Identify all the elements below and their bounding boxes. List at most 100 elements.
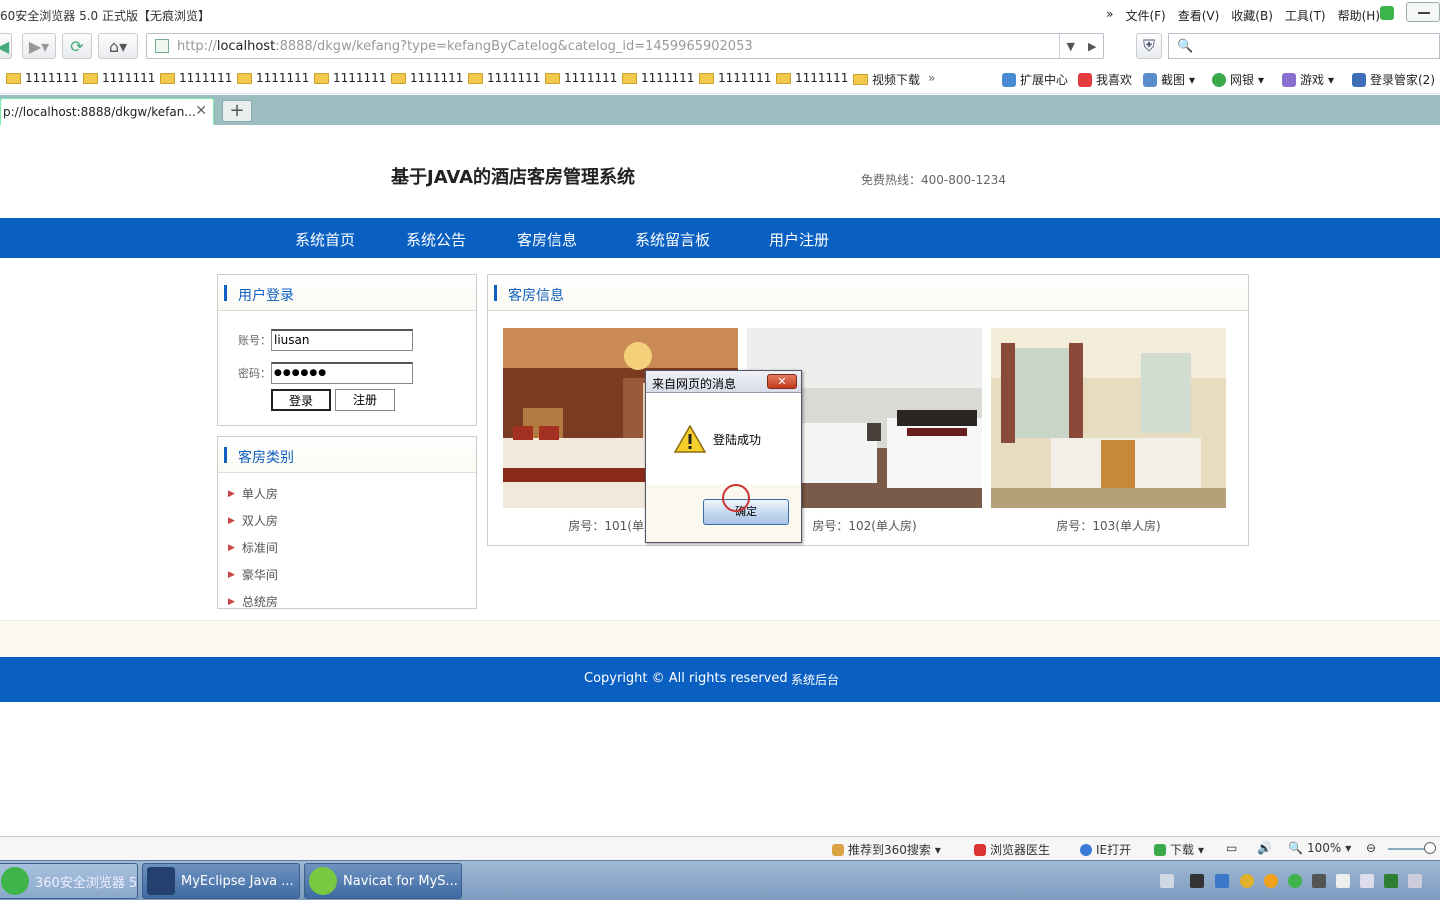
home-button[interactable]: ⌂▾ bbox=[98, 33, 138, 59]
zoom-out-icon[interactable]: ⊖ bbox=[1366, 841, 1376, 855]
tool-games[interactable]: 游戏 ▾ bbox=[1282, 71, 1334, 88]
address-url[interactable]: http://localhost:8888/dkgw/kefang?type=k… bbox=[177, 39, 753, 54]
main-nav: 系统首页 系统公告 客房信息 系统留言板 用户注册 bbox=[0, 218, 1440, 258]
tab-bar: p://localhost:8888/dkgw/kefan... ✕ + bbox=[0, 95, 1440, 125]
tray-app-icon[interactable] bbox=[1215, 874, 1229, 888]
tray-monitor-icon[interactable] bbox=[1408, 874, 1422, 888]
register-button[interactable]: 注册 bbox=[335, 389, 395, 411]
category-item[interactable]: ▶ 双人房 bbox=[228, 512, 278, 529]
task-360-browser[interactable]: 360安全浏览器 5.... bbox=[0, 863, 138, 899]
tool-ebank[interactable]: 网银 ▾ bbox=[1212, 71, 1264, 88]
fav-item[interactable]: 1111111 bbox=[545, 71, 617, 85]
tray-device-icon[interactable] bbox=[1336, 874, 1350, 888]
address-dropdown-icon[interactable]: ▼ bbox=[1067, 40, 1075, 53]
nav-rooms[interactable]: 客房信息 bbox=[517, 229, 577, 250]
forward-button[interactable]: ▶▾ bbox=[22, 33, 56, 59]
menu-favorites[interactable]: 收藏(B) bbox=[1231, 7, 1273, 24]
minimize-button[interactable] bbox=[1406, 2, 1440, 22]
fav-more[interactable]: » bbox=[928, 71, 935, 85]
address-bar[interactable]: http://localhost:8888/dkgw/kefang?type=k… bbox=[146, 33, 1104, 59]
dialog-titlebar: 来自网页的消息 ✕ bbox=[646, 371, 801, 393]
keyboard-icon[interactable] bbox=[1160, 874, 1174, 888]
category-item[interactable]: ▶ 单人房 bbox=[228, 485, 278, 502]
tray-bulb-icon[interactable] bbox=[1240, 874, 1254, 888]
arrow-right-icon: ▶ bbox=[228, 596, 235, 607]
category-item[interactable]: ▶ 标准间 bbox=[228, 539, 278, 556]
security-button[interactable]: ⛨ bbox=[1136, 33, 1162, 59]
360-browser-icon bbox=[1, 867, 29, 895]
room-card[interactable]: 房号：103(单人房) bbox=[991, 328, 1226, 533]
click-indicator bbox=[722, 484, 750, 512]
tray-volume-icon[interactable] bbox=[1360, 874, 1374, 888]
category-heading: 客房类别 bbox=[238, 450, 294, 466]
fav-item[interactable]: 1111111 bbox=[6, 71, 78, 85]
fav-item[interactable]: 1111111 bbox=[391, 71, 463, 85]
tray-360-icon[interactable] bbox=[1288, 874, 1302, 888]
folder-icon bbox=[776, 72, 791, 84]
tool-screenshot[interactable]: 截图 ▾ bbox=[1143, 71, 1195, 88]
status-download[interactable]: 下载 ▾ bbox=[1154, 841, 1204, 858]
room-photo[interactable] bbox=[991, 328, 1226, 508]
tab-close-icon[interactable]: ✕ bbox=[195, 103, 207, 119]
tool-extensions[interactable]: 扩展中心 bbox=[1002, 71, 1068, 88]
fav-item-video-download[interactable]: 视频下载 bbox=[853, 71, 920, 88]
nav-notices[interactable]: 系统公告 bbox=[406, 229, 466, 250]
tray-nvidia-icon[interactable] bbox=[1384, 874, 1398, 888]
fav-item[interactable]: 1111111 bbox=[160, 71, 232, 85]
dialog-close-button[interactable]: ✕ bbox=[767, 374, 797, 389]
fav-item[interactable]: 1111111 bbox=[468, 71, 540, 85]
menu-more-icon[interactable]: » bbox=[1106, 7, 1113, 24]
tool-login-manager[interactable]: 登录管家(2) bbox=[1352, 71, 1435, 88]
menu-help[interactable]: 帮助(H) bbox=[1338, 7, 1380, 24]
login-button[interactable]: 登录 bbox=[271, 389, 331, 411]
back-button[interactable]: ◀ bbox=[0, 33, 12, 59]
fav-item[interactable]: 1111111 bbox=[314, 71, 386, 85]
folder-icon bbox=[160, 72, 175, 84]
status-window-icon[interactable]: ▭ bbox=[1226, 841, 1237, 855]
skin-shirt-icon[interactable] bbox=[1380, 6, 1394, 20]
key-icon bbox=[1352, 72, 1366, 87]
password-label: 密码： bbox=[238, 367, 271, 380]
fav-item[interactable]: 1111111 bbox=[83, 71, 155, 85]
tab-active[interactable]: p://localhost:8888/dkgw/kefan... ✕ bbox=[0, 98, 214, 125]
fav-item[interactable]: 1111111 bbox=[699, 71, 771, 85]
nav-register[interactable]: 用户注册 bbox=[769, 229, 829, 250]
network-icon[interactable] bbox=[1190, 874, 1204, 888]
admin-link[interactable]: 系统后台 bbox=[791, 671, 839, 688]
browser-navbar: ◀ ▶▾ ⟳ ⌂▾ http://localhost:8888/dkgw/kef… bbox=[0, 30, 1440, 62]
thumb-up-icon bbox=[832, 843, 844, 856]
tray-tool-icon[interactable] bbox=[1312, 874, 1326, 888]
search-box[interactable]: 🔍 bbox=[1168, 33, 1440, 59]
tray-coin-icon[interactable] bbox=[1264, 874, 1278, 888]
myeclipse-icon bbox=[147, 867, 175, 895]
fav-item[interactable]: 1111111 bbox=[237, 71, 309, 85]
category-item[interactable]: ▶ 豪华间 bbox=[228, 566, 278, 583]
category-item[interactable]: ▶ 总统房 bbox=[228, 593, 278, 608]
task-navicat[interactable]: Navicat for MyS... bbox=[304, 863, 462, 899]
nav-home[interactable]: 系统首页 bbox=[295, 229, 355, 250]
arrow-right-icon: ▶ bbox=[228, 542, 235, 553]
new-tab-button[interactable]: + bbox=[222, 100, 252, 122]
nav-guestbook[interactable]: 系统留言板 bbox=[635, 229, 710, 250]
password-input[interactable]: ●●●●●● bbox=[271, 362, 413, 384]
login-heading: 用户登录 bbox=[238, 288, 294, 304]
go-icon[interactable]: ▶ bbox=[1088, 40, 1096, 53]
menu-file[interactable]: 文件(F) bbox=[1125, 7, 1165, 24]
status-recommend[interactable]: 推荐到360搜索 ▾ bbox=[832, 841, 941, 858]
fav-item[interactable]: 1111111 bbox=[622, 71, 694, 85]
refresh-button[interactable]: ⟳ bbox=[62, 33, 92, 59]
menu-tools[interactable]: 工具(T) bbox=[1285, 7, 1326, 24]
fav-item[interactable]: 1111111 bbox=[776, 71, 848, 85]
menu-view[interactable]: 查看(V) bbox=[1178, 7, 1220, 24]
volume-icon[interactable]: 🔊 bbox=[1257, 841, 1272, 855]
status-doctor[interactable]: 浏览器医生 bbox=[974, 841, 1050, 858]
search-icon[interactable]: 🔍 bbox=[1177, 39, 1193, 54]
status-ie-open[interactable]: IE打开 bbox=[1080, 841, 1131, 858]
ie-icon bbox=[1080, 843, 1092, 856]
status-zoom[interactable]: 🔍 100% ▾ bbox=[1288, 841, 1351, 855]
zoom-slider-knob[interactable] bbox=[1424, 842, 1436, 854]
task-myeclipse[interactable]: MyEclipse Java ... bbox=[142, 863, 300, 899]
username-input[interactable]: liusan bbox=[271, 329, 413, 351]
folder-icon bbox=[853, 74, 868, 85]
tool-likes[interactable]: 我喜欢 bbox=[1078, 71, 1132, 88]
